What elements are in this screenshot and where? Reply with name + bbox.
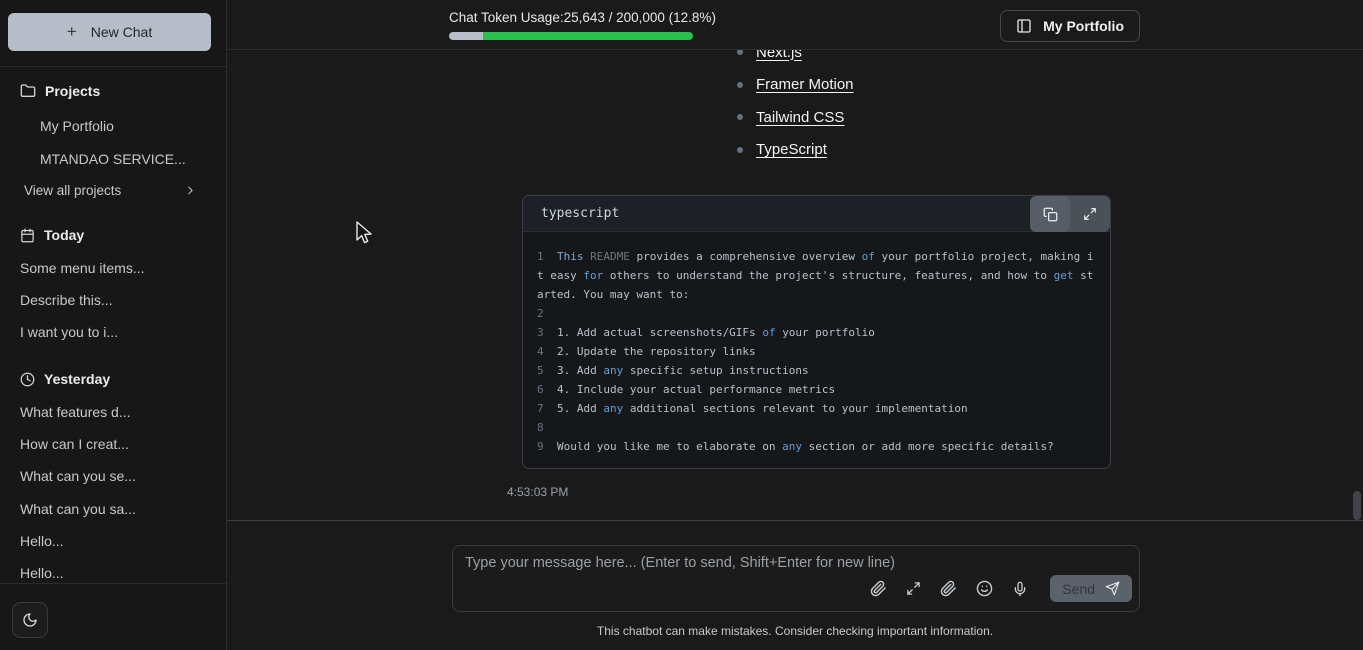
code-line: 31. Add actual screenshots/GIFs of your … (537, 323, 1096, 342)
link-typescript[interactable]: TypeScript (756, 141, 827, 158)
chat-history-item[interactable]: What features d... (20, 404, 131, 420)
code-line: 75. Add any additional sections relevant… (537, 399, 1096, 418)
expand-icon (1083, 207, 1097, 221)
chat-history-item[interactable]: How can I creat... (20, 436, 129, 452)
sidebar-header: + New Chat (0, 0, 226, 67)
list-item[interactable]: TypeScript (737, 142, 854, 158)
emoji-icon (976, 580, 993, 597)
list-item[interactable]: Tailwind CSS (737, 109, 854, 125)
projects-header-label: Projects (45, 83, 100, 99)
expand-icon (906, 581, 921, 596)
link-tailwind-css[interactable]: Tailwind CSS (756, 109, 844, 126)
send-label: Send (1062, 581, 1095, 597)
chat-history-item[interactable]: Hello... (20, 533, 64, 549)
bullet-icon (737, 147, 743, 153)
code-content: 1This README provides a comprehensive ov… (523, 232, 1110, 468)
code-language-label: typescript (523, 206, 619, 221)
my-portfolio-label: My Portfolio (1043, 18, 1124, 34)
folder-icon (20, 83, 36, 99)
content-divider (227, 520, 1363, 521)
yesterday-header-label: Yesterday (44, 371, 110, 387)
send-icon (1105, 581, 1120, 596)
my-portfolio-button[interactable]: My Portfolio (1000, 10, 1140, 42)
chevron-right-icon (184, 184, 197, 197)
code-line: 8 (537, 418, 1096, 437)
code-line: 1This README provides a comprehensive ov… (537, 247, 1096, 266)
tech-links-list: Next.js Framer Motion Tailwind CSS TypeS… (737, 44, 854, 174)
scrollbar-thumb[interactable] (1353, 491, 1361, 520)
bullet-icon (737, 114, 743, 120)
topbar: Chat Token Usage:25,643 / 200,000 (12.8%… (227, 0, 1363, 50)
chat-history-item[interactable]: What can you se... (20, 468, 136, 484)
token-usage-progressbar (449, 32, 693, 40)
code-block: typescript 1This README provides a compr… (522, 195, 1111, 469)
code-line: 42. Update the repository links (537, 342, 1096, 361)
sidebar: + New Chat Projects My Portfolio MTANDAO… (0, 0, 227, 650)
code-line: arted. You may want to: (537, 285, 1096, 304)
app-window: + New Chat Projects My Portfolio MTANDAO… (0, 0, 1363, 650)
code-toolbar (1030, 196, 1110, 232)
sidebar-item-my-portfolio[interactable]: My Portfolio (40, 118, 114, 134)
code-line: 9Would you like me to elaborate on any s… (537, 437, 1096, 456)
link-framer-motion[interactable]: Framer Motion (756, 76, 854, 93)
token-usage-label: Chat Token Usage:25,643 / 200,000 (12.8%… (449, 10, 695, 25)
code-line: 53. Add any specific setup instructions (537, 361, 1096, 380)
new-chat-label: New Chat (91, 24, 152, 40)
code-line: 2 (537, 304, 1096, 323)
view-all-projects[interactable]: View all projects (24, 183, 121, 198)
disclaimer-text: This chatbot can make mistakes. Consider… (227, 624, 1363, 638)
attach-image-button[interactable] (940, 580, 957, 597)
bullet-icon (737, 82, 743, 88)
attach-file-button[interactable] (870, 580, 887, 597)
mic-button[interactable] (1012, 581, 1028, 597)
sidebar-item-mtandao-service[interactable]: MTANDAO SERVICE... (40, 151, 186, 167)
moon-icon (22, 612, 38, 628)
chat-history-item[interactable]: What can you sa... (20, 501, 136, 517)
sidebar-section-projects[interactable]: Projects (20, 83, 100, 99)
composer: Send This chatbot can make mistakes. Con… (227, 521, 1363, 650)
code-block-header: typescript (523, 196, 1110, 232)
code-line: t easy for others to understand the proj… (537, 266, 1096, 285)
expand-composer-button[interactable] (906, 581, 921, 596)
clock-icon (20, 372, 35, 387)
code-line: 64. Include your actual performance metr… (537, 380, 1096, 399)
copy-icon (1043, 207, 1058, 222)
sidebar-divider (0, 583, 226, 584)
chat-history-item[interactable]: Describe this... (20, 292, 113, 308)
new-chat-button[interactable]: + New Chat (8, 13, 211, 51)
message-timestamp: 4:53:03 PM (507, 485, 568, 499)
chat-area: Next.js Framer Motion Tailwind CSS TypeS… (227, 0, 1363, 520)
paperclip-icon (870, 580, 887, 597)
composer-tools: Send (870, 575, 1132, 602)
sidebar-section-yesterday: Yesterday (20, 371, 110, 387)
sidebar-section-today: Today (20, 227, 84, 243)
progress-used-segment (449, 32, 483, 40)
today-header-label: Today (44, 227, 84, 243)
calendar-icon (20, 228, 35, 243)
chat-history-item[interactable]: I want you to i... (20, 324, 118, 340)
theme-toggle-button[interactable] (12, 602, 48, 638)
copy-code-button[interactable] (1030, 196, 1070, 232)
token-usage: Chat Token Usage:25,643 / 200,000 (12.8%… (449, 10, 695, 40)
mic-icon (1012, 581, 1028, 597)
plus-icon: + (67, 22, 77, 42)
paperclip-icon (940, 580, 957, 597)
chat-history-item[interactable]: Hello... (20, 565, 64, 581)
emoji-button[interactable] (976, 580, 993, 597)
list-item[interactable]: Framer Motion (737, 77, 854, 93)
expand-code-button[interactable] (1070, 196, 1110, 232)
chat-history-item[interactable]: Some menu items... (20, 260, 145, 276)
panel-left-icon (1016, 18, 1032, 34)
progress-remaining-segment (483, 32, 693, 40)
message-input-box: Send (452, 545, 1140, 612)
send-button[interactable]: Send (1050, 575, 1132, 602)
